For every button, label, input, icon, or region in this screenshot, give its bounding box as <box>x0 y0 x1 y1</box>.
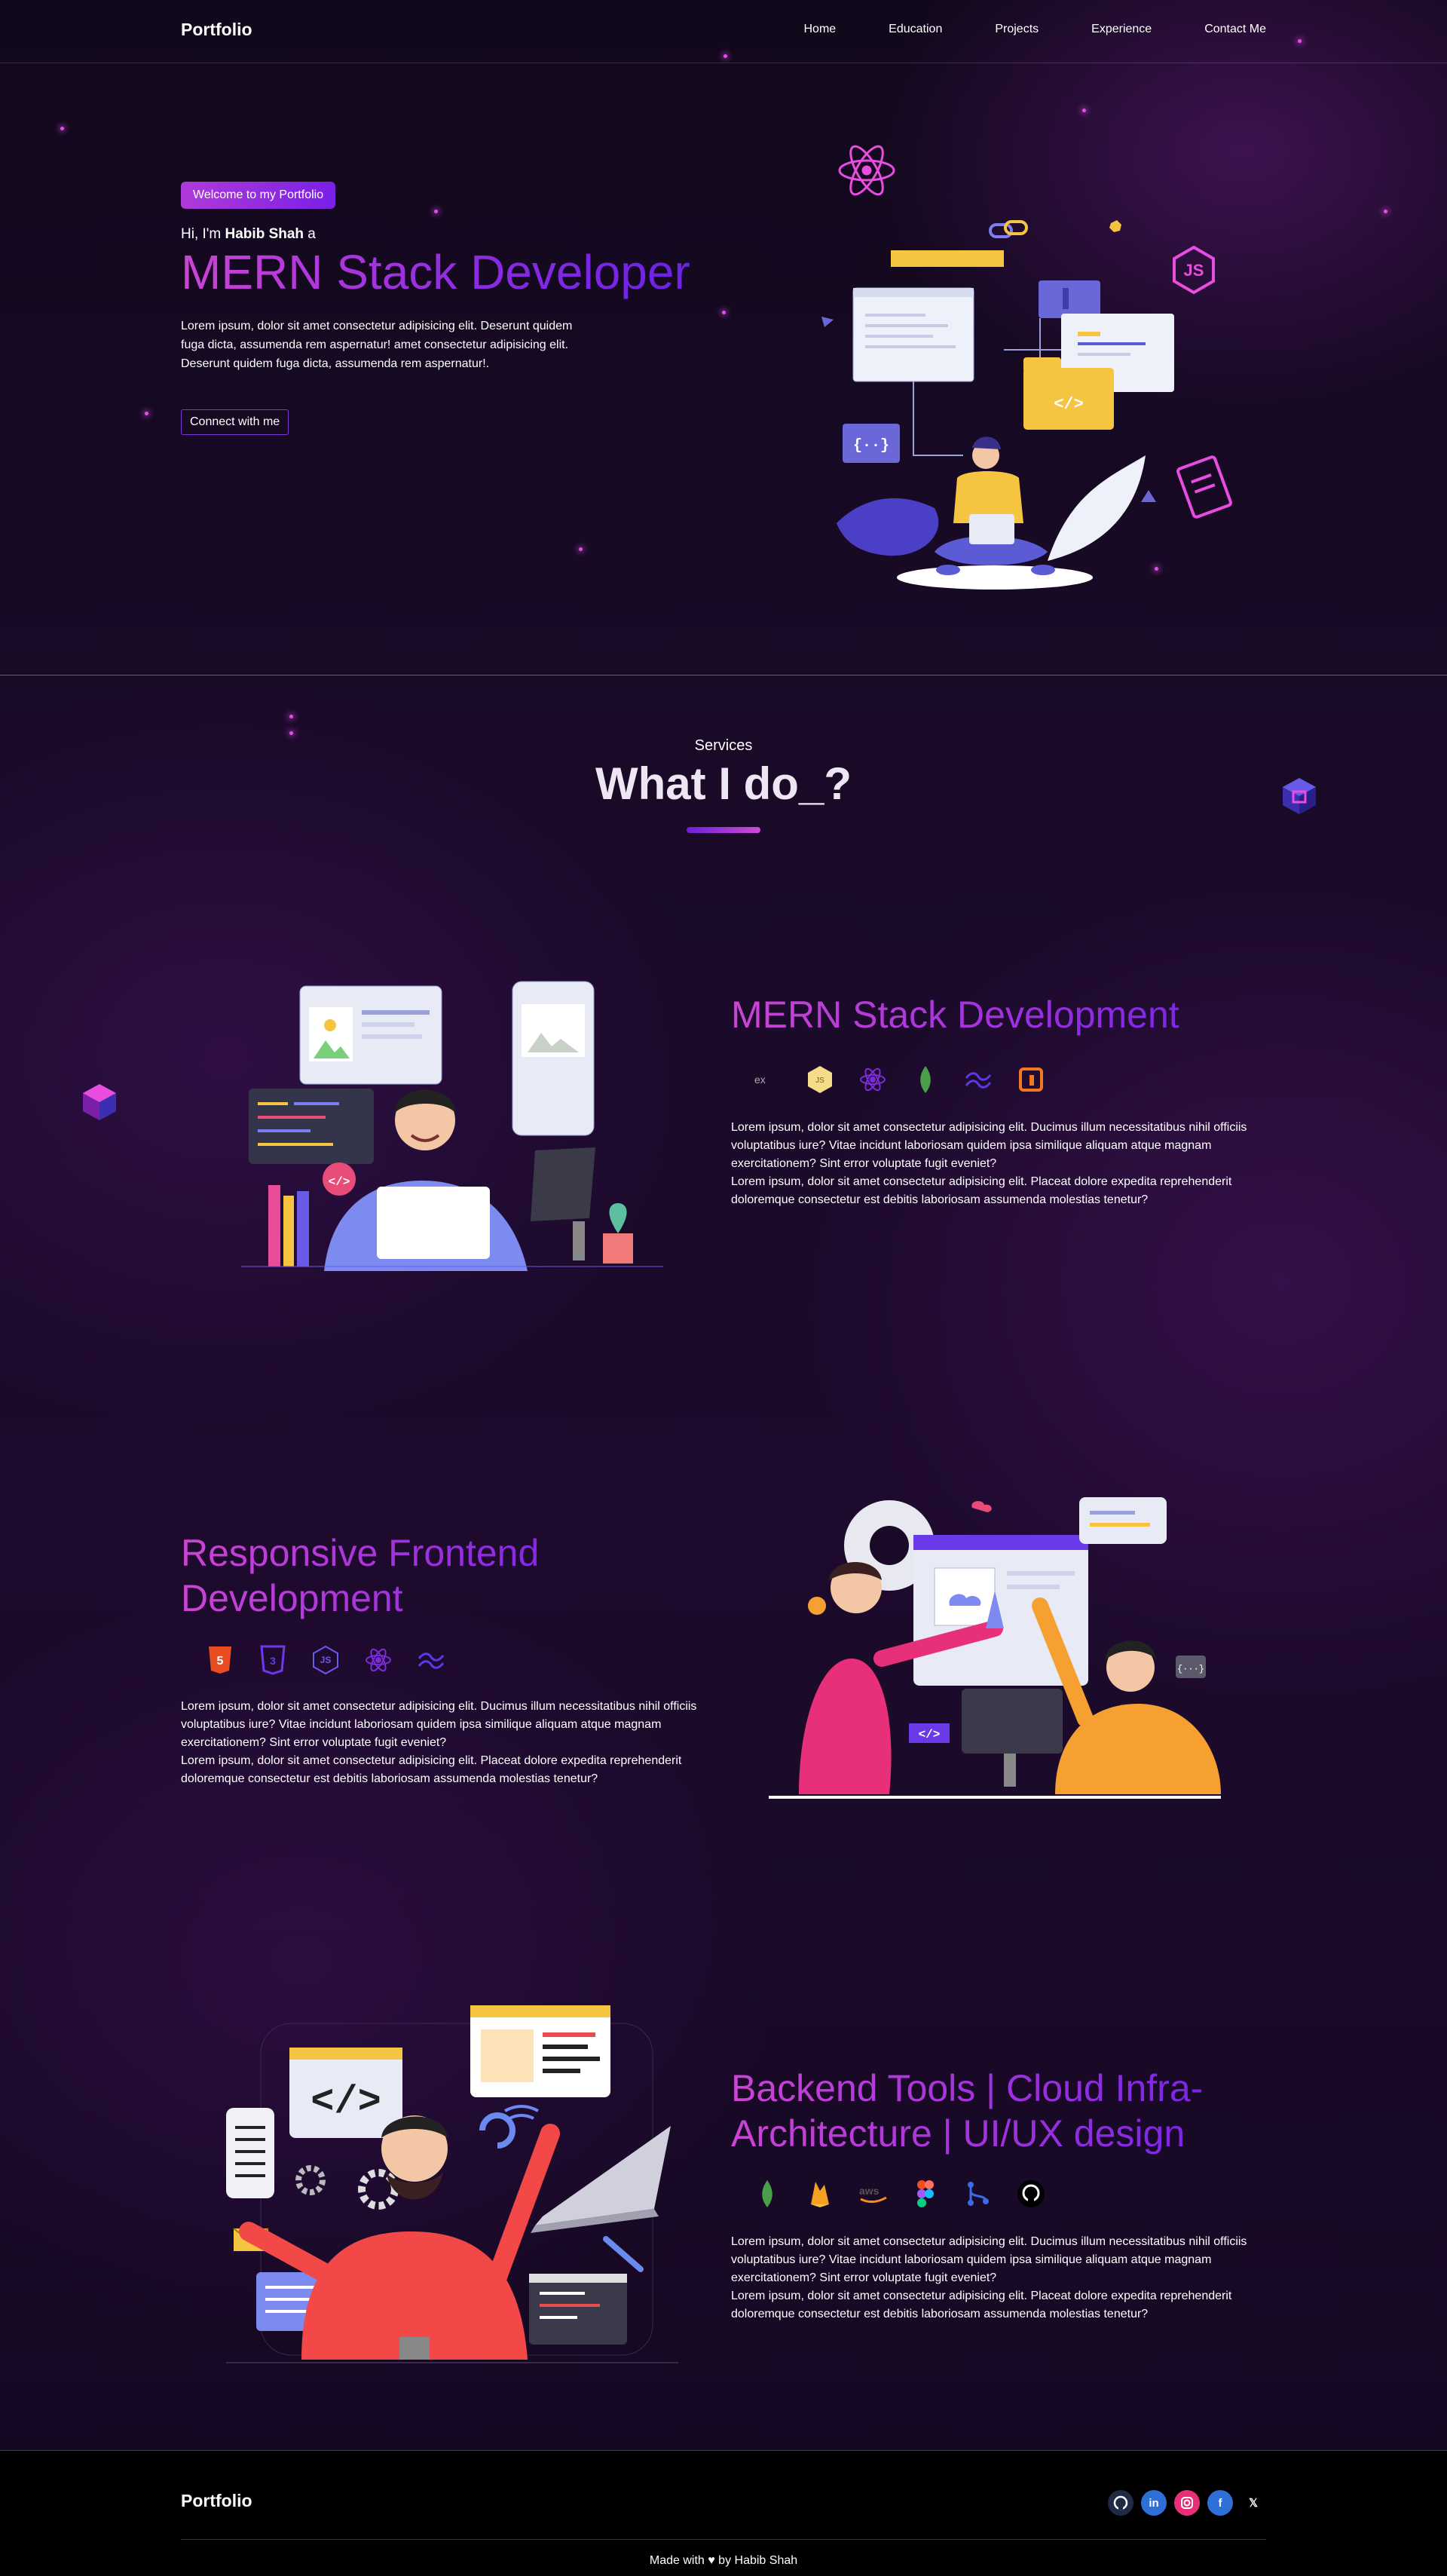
hero-section: Welcome to my Portfolio Hi, I'm Habib Sh… <box>0 63 1447 675</box>
service-title-mern: MERN Stack Development <box>731 992 1274 1037</box>
service-description-frontend: Lorem ipsum, dolor sit amet consectetur … <box>181 1700 697 1785</box>
css3-icon: 3 <box>258 1645 288 1675</box>
mern-tech-icons: ex JS <box>752 1064 1046 1095</box>
nav-link-projects[interactable]: Projects <box>995 23 1039 36</box>
sparkle-dot <box>722 311 726 314</box>
services-title: What I do_? <box>595 758 852 809</box>
svg-text:{··}: {··} <box>853 437 889 455</box>
nav-link-experience[interactable]: Experience <box>1091 23 1152 36</box>
svg-text:{···}: {···} <box>1177 1664 1204 1674</box>
svg-text:ex: ex <box>754 1074 766 1086</box>
sparkle-dot <box>1082 109 1086 112</box>
github-icon[interactable] <box>1108 2490 1133 2516</box>
javascript-hex-icon: JS <box>1173 245 1215 295</box>
svg-text:</>: </> <box>311 2080 381 2124</box>
mern-illustration: </> <box>241 977 663 1271</box>
aws-icon: aws <box>858 2179 888 2209</box>
greeting-suffix: a <box>304 226 316 242</box>
mongodb-icon <box>752 2179 782 2209</box>
made-prefix: Made with <box>649 2554 708 2567</box>
heart-icon: ♥ <box>708 2554 715 2567</box>
nav-link-contact[interactable]: Contact Me <box>1204 23 1266 36</box>
linkedin-icon[interactable]: in <box>1141 2490 1167 2516</box>
cube-icon <box>1278 775 1320 821</box>
hero-greeting: Hi, I'm Habib Shah a <box>181 226 316 243</box>
sparkle-dot <box>145 412 148 415</box>
backend-illustration: </> <box>219 1990 686 2367</box>
footer-divider <box>181 2539 1266 2540</box>
welcome-badge: Welcome to my Portfolio <box>181 182 336 209</box>
facebook-icon[interactable]: f <box>1207 2490 1233 2516</box>
footer-brand[interactable]: Portfolio <box>181 2491 252 2511</box>
nav-brand[interactable]: Portfolio <box>181 20 252 40</box>
react-atom-icon <box>838 145 895 196</box>
hero-name: Habib Shah <box>225 226 304 242</box>
top-navbar: Portfolio Home Education Projects Experi… <box>0 0 1447 63</box>
mongodb-icon <box>910 1064 941 1095</box>
hero-title: MERN Stack Developer <box>181 245 690 299</box>
backend-tech-icons: aws <box>752 2179 1046 2209</box>
git-icon <box>963 2179 993 2209</box>
svg-text:</>: </> <box>919 1728 941 1741</box>
svg-text:JS: JS <box>1184 261 1204 280</box>
nav-links: Home Education Projects Experience Conta… <box>751 23 1266 36</box>
sparkle-dot <box>289 731 293 735</box>
svg-text:</>: </> <box>329 1175 350 1189</box>
nav-link-education[interactable]: Education <box>889 23 942 36</box>
service-description-mern: Lorem ipsum, dolor sit amet consectetur … <box>731 1121 1247 1206</box>
greeting-prefix: Hi, I'm <box>181 226 225 242</box>
footer: Portfolio in f 𝕏 Made with ♥ by Habib Sh… <box>0 2450 1447 2576</box>
services-subtitle: Services <box>694 737 753 754</box>
react-icon <box>363 1645 393 1675</box>
made-suffix: by Habib Shah <box>714 2554 798 2567</box>
tailwind-icon <box>963 1064 993 1095</box>
made-with-text: Made with ♥ by Habib Shah <box>0 2554 1447 2568</box>
hero-illustration: JS </> {··} <box>821 101 1244 599</box>
react-icon <box>858 1064 888 1095</box>
svg-text:JS: JS <box>320 1655 332 1665</box>
express-icon: ex <box>752 1064 782 1095</box>
hero-description: Lorem ipsum, dolor sit amet consectetur … <box>181 320 573 370</box>
figma-icon <box>910 2179 941 2209</box>
instagram-icon[interactable] <box>1174 2490 1200 2516</box>
sparkle-dot <box>60 127 64 130</box>
sparkle-dot <box>434 210 438 213</box>
service-title-frontend: Responsive Frontend Development <box>181 1530 648 1621</box>
github-icon <box>1016 2179 1046 2209</box>
cube-icon <box>78 1081 121 1127</box>
connect-button[interactable]: Connect with me <box>181 409 289 435</box>
svg-text:JS: JS <box>815 1077 824 1085</box>
aws-amplify-icon <box>1016 1064 1046 1095</box>
sparkle-dot <box>289 715 293 718</box>
frontend-illustration: </> {···} <box>769 1493 1228 1802</box>
sparkle-dot <box>1298 39 1302 43</box>
svg-text:3: 3 <box>270 1655 276 1667</box>
nodejs-icon: JS <box>805 1064 835 1095</box>
sparkle-dot <box>579 547 583 551</box>
frontend-tech-icons: 5 3 JS <box>205 1645 446 1675</box>
sparkle-dot <box>1384 210 1387 213</box>
sparkle-dot <box>724 54 727 58</box>
html5-icon: 5 <box>205 1645 235 1675</box>
service-title-backend: Backend Tools | Cloud Infra-Architecture… <box>731 2066 1274 2156</box>
svg-text:aws: aws <box>859 2185 880 2197</box>
svg-text:</>: </> <box>1054 395 1084 414</box>
tailwind-icon <box>416 1645 446 1675</box>
nav-link-home[interactable]: Home <box>803 23 836 36</box>
javascript-icon: JS <box>311 1645 341 1675</box>
social-links: in f 𝕏 <box>1108 2490 1266 2516</box>
services-title-underline <box>687 827 760 833</box>
svg-text:5: 5 <box>217 1655 224 1668</box>
firebase-icon <box>805 2179 835 2209</box>
x-icon[interactable]: 𝕏 <box>1241 2490 1266 2516</box>
service-description-backend: Lorem ipsum, dolor sit amet consectetur … <box>731 2235 1247 2320</box>
sparkle-dot <box>1155 567 1158 571</box>
